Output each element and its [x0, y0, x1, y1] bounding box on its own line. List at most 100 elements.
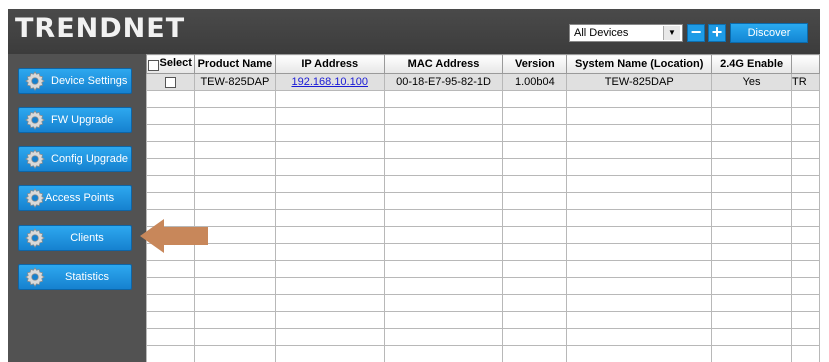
gear-icon	[25, 110, 45, 130]
table-cell	[791, 277, 820, 295]
table-cell	[274, 226, 385, 244]
table-cell	[193, 141, 276, 159]
table-cell	[711, 226, 793, 244]
table-cell	[566, 192, 713, 210]
sidebar-item-label: Access Points	[45, 192, 115, 204]
table-row	[146, 345, 820, 362]
table-row	[146, 260, 820, 278]
table-cell	[383, 260, 504, 278]
table-cell	[274, 260, 385, 278]
table-cell	[791, 209, 820, 227]
table-cell	[274, 294, 385, 312]
overflow-cell: TR	[791, 73, 820, 91]
table-row	[146, 311, 820, 329]
sidebar-item-access-points[interactable]: Access Points	[18, 185, 132, 211]
table-cell	[383, 294, 504, 312]
table-cell	[274, 90, 385, 108]
row-checkbox[interactable]	[164, 76, 176, 88]
ip-address-cell[interactable]: 192.168.10.100	[274, 73, 385, 91]
column-header-system-name[interactable]: System Name (Location)	[566, 54, 713, 74]
table-cell	[274, 209, 385, 227]
table-cell	[711, 90, 793, 108]
table-cell	[274, 175, 385, 193]
column-header-ip-address[interactable]: IP Address	[274, 54, 385, 74]
table-cell	[383, 311, 504, 329]
table-cell	[791, 124, 820, 142]
table-cell	[274, 243, 385, 261]
table-cell	[791, 192, 820, 210]
table-cell	[711, 141, 793, 159]
column-header-overflow[interactable]	[791, 54, 820, 74]
sidebar-item-config-upgrade[interactable]: Config Upgrade	[18, 146, 132, 172]
table-cell	[711, 192, 793, 210]
sidebar-item-statistics[interactable]: Statistics	[18, 264, 132, 290]
table-cell	[566, 328, 713, 346]
sidebar-item-device-settings[interactable]: Device Settings	[18, 68, 132, 94]
table-cell	[711, 158, 793, 176]
table-cell	[711, 175, 793, 193]
table-cell	[502, 328, 568, 346]
table-cell	[383, 124, 504, 142]
column-header-select[interactable]: Select	[146, 54, 195, 74]
device-table: Select Product Name IP Address MAC Addre…	[146, 54, 820, 362]
row-select-cell[interactable]	[146, 73, 195, 91]
table-cell	[274, 192, 385, 210]
device-filter-select[interactable]: All Devices ▼	[569, 24, 683, 42]
table-cell	[502, 277, 568, 295]
table-cell	[146, 345, 195, 362]
column-header-product-name[interactable]: Product Name	[193, 54, 276, 74]
table-cell	[711, 345, 793, 362]
table-cell	[383, 243, 504, 261]
table-cell	[566, 90, 713, 108]
table-cell	[383, 141, 504, 159]
table-header-row: Select Product Name IP Address MAC Addre…	[146, 54, 820, 74]
table-cell	[193, 175, 276, 193]
table-cell	[146, 141, 195, 159]
table-cell	[791, 294, 820, 312]
table-cell	[566, 294, 713, 312]
table-cell	[711, 328, 793, 346]
add-button[interactable]: +	[708, 23, 726, 42]
table-row	[146, 209, 820, 227]
column-header-2-4g-enable[interactable]: 2.4G Enable	[711, 54, 793, 74]
table-cell	[146, 311, 195, 329]
sidebar-item-clients[interactable]: Clients	[18, 225, 132, 251]
gear-icon	[25, 188, 45, 208]
table-cell	[193, 294, 276, 312]
discover-button[interactable]: Discover	[730, 23, 808, 43]
table-cell	[566, 345, 713, 362]
table-cell	[146, 107, 195, 125]
select-all-checkbox[interactable]	[148, 60, 159, 71]
sidebar-item-fw-upgrade[interactable]: FW Upgrade	[18, 107, 132, 133]
trendnet-logo: TRENDNET	[15, 13, 186, 44]
table-cell	[193, 124, 276, 142]
column-header-version[interactable]: Version	[502, 54, 568, 74]
table-cell	[502, 243, 568, 261]
table-cell	[791, 260, 820, 278]
remove-button[interactable]: −	[687, 23, 705, 42]
sidebar-item-label: Statistics	[64, 271, 109, 283]
table-cell	[711, 294, 793, 312]
table-cell	[274, 158, 385, 176]
chevron-down-icon[interactable]: ▼	[663, 26, 680, 40]
table-cell	[193, 107, 276, 125]
device-table-container: Select Product Name IP Address MAC Addre…	[146, 54, 820, 362]
table-cell	[502, 209, 568, 227]
table-row	[146, 226, 820, 244]
table-cell	[193, 311, 276, 329]
table-cell	[502, 141, 568, 159]
table-row	[146, 243, 820, 261]
column-header-mac-address[interactable]: MAC Address	[383, 54, 504, 74]
table-cell	[502, 294, 568, 312]
table-cell	[274, 107, 385, 125]
table-row[interactable]: TEW-825DAP 192.168.10.100 00-18-E7-95-82…	[146, 73, 820, 91]
ip-address-link[interactable]: 192.168.10.100	[292, 76, 368, 88]
table-row	[146, 277, 820, 295]
table-cell	[274, 141, 385, 159]
table-row	[146, 141, 820, 159]
sidebar-item-label: FW Upgrade	[51, 114, 114, 126]
table-cell	[566, 311, 713, 329]
table-cell	[193, 90, 276, 108]
table-cell	[193, 260, 276, 278]
table-cell	[383, 209, 504, 227]
